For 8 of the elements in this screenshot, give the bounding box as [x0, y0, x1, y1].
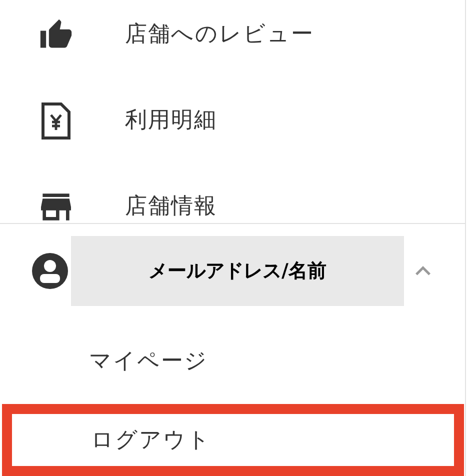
- menu-item[interactable]: 店舗へのレビュー: [125, 24, 314, 46]
- menu-item[interactable]: 利用明細: [125, 110, 217, 132]
- account-button[interactable]: メールアドレス/名前: [71, 236, 404, 306]
- receipt-icon: [40, 102, 70, 140]
- account-menu-item[interactable]: マイページ: [0, 318, 465, 404]
- account-menu-item[interactable]: ログアウト: [2, 404, 464, 476]
- menu-item[interactable]: 店舗情報: [125, 196, 217, 218]
- avatar-icon: [32, 253, 68, 289]
